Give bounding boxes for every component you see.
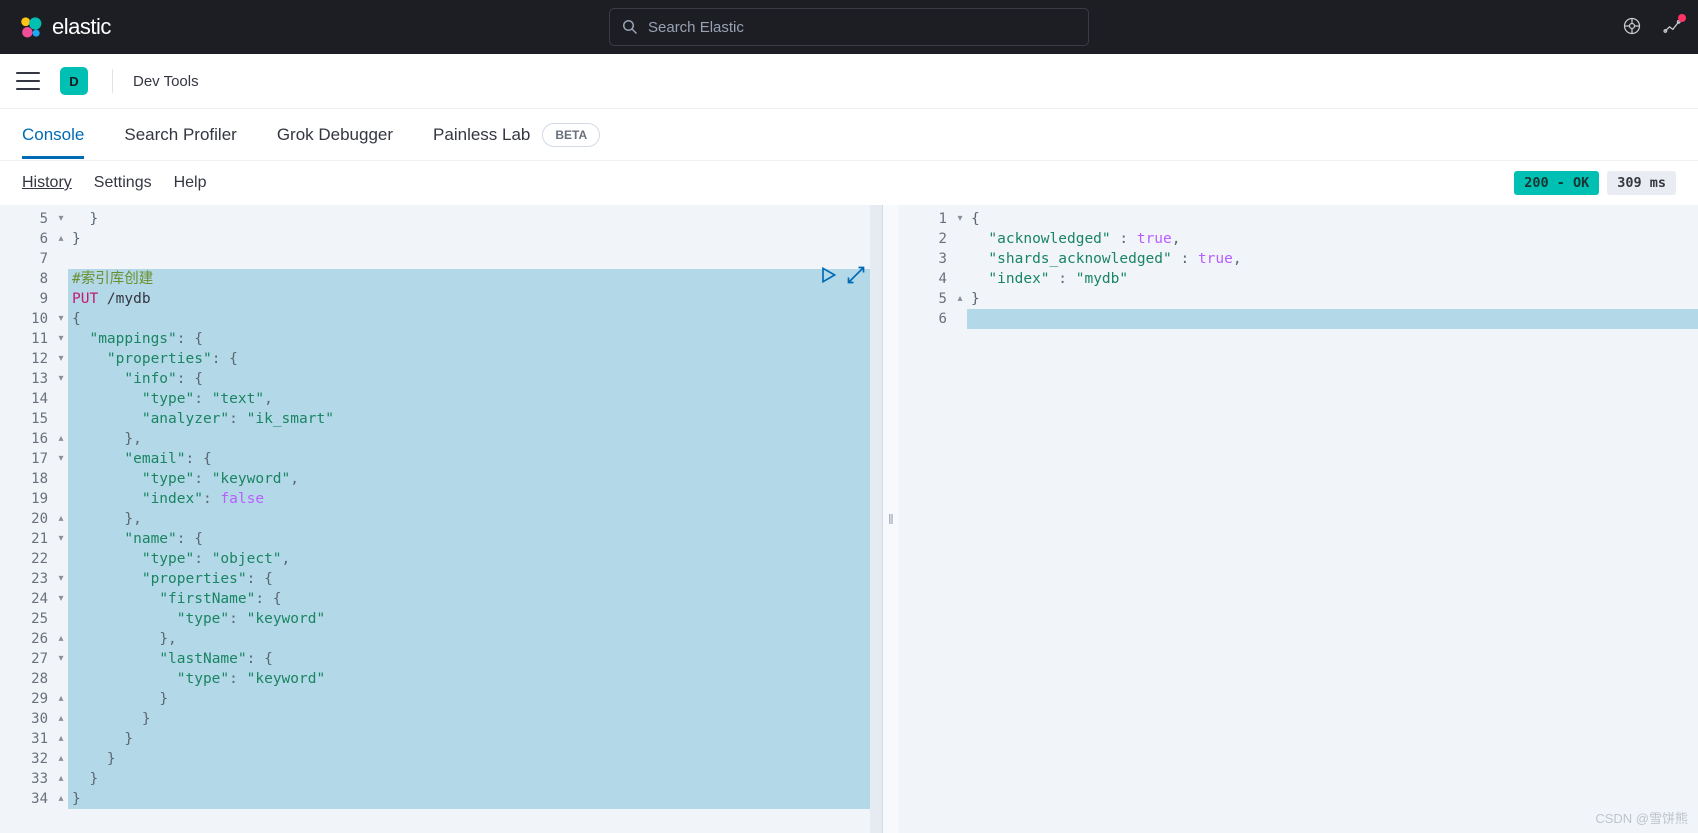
code-line[interactable]: }	[68, 769, 882, 789]
code-line[interactable]: "analyzer": "ik_smart"	[68, 409, 882, 429]
code-line[interactable]: "info": {	[68, 369, 882, 389]
code-line[interactable]: }	[68, 709, 882, 729]
code-line[interactable]: "properties": {	[68, 569, 882, 589]
help-link[interactable]: Help	[174, 174, 207, 192]
newsfeed-icon[interactable]	[1662, 16, 1682, 39]
notification-dot	[1678, 14, 1686, 22]
code-line[interactable]: }	[68, 729, 882, 749]
brand-name: elastic	[52, 14, 111, 40]
global-search-input[interactable]: Search Elastic	[609, 8, 1089, 46]
page-title: Dev Tools	[133, 73, 199, 90]
request-options-icon[interactable]	[846, 265, 866, 285]
code-line[interactable]	[68, 249, 882, 269]
brand-logo[interactable]: elastic	[16, 13, 111, 41]
code-line[interactable]: "type": "keyword"	[68, 609, 882, 629]
request-fold-gutter[interactable]: ▾▴▾▾▾▾▴▾▴▾▾▾▴▾▴▴▴▴▴▴	[54, 205, 68, 833]
tab-search-profiler[interactable]: Search Profiler	[124, 125, 236, 145]
response-fold-gutter: ▾▴	[953, 205, 967, 833]
console-subheader: History Settings Help 200 - OK 309 ms	[0, 161, 1698, 205]
space-selector[interactable]: D	[60, 67, 88, 95]
status-badge: 200 - OK	[1514, 171, 1599, 195]
code-line[interactable]: },	[68, 509, 882, 529]
dev-tools-tabs: Console Search Profiler Grok Debugger Painl…	[0, 109, 1698, 161]
watermark: CSDN @雪饼熊	[1595, 808, 1688, 827]
tab-painless-lab[interactable]: Painless LabBETA	[433, 123, 600, 147]
code-line[interactable]: "firstName": {	[68, 589, 882, 609]
tab-grok-debugger[interactable]: Grok Debugger	[277, 125, 393, 145]
code-line[interactable]: }	[967, 289, 1698, 309]
beta-badge: BETA	[542, 123, 600, 147]
console-editor-area: 5678910111213141516171819202122232425262…	[0, 205, 1698, 833]
code-line[interactable]: },	[68, 429, 882, 449]
help-icon[interactable]	[1622, 16, 1642, 39]
code-line[interactable]: "properties": {	[68, 349, 882, 369]
code-line[interactable]: }	[68, 789, 882, 809]
code-line[interactable]: }	[68, 229, 882, 249]
code-line[interactable]: {	[967, 209, 1698, 229]
code-line[interactable]: {	[68, 309, 882, 329]
nav-toggle-button[interactable]	[16, 72, 40, 90]
code-line[interactable]: }	[68, 209, 882, 229]
request-scrollbar[interactable]	[870, 205, 882, 833]
settings-link[interactable]: Settings	[94, 174, 152, 192]
code-line[interactable]: "type": "object",	[68, 549, 882, 569]
code-line[interactable]: "index": false	[68, 489, 882, 509]
history-link[interactable]: History	[22, 174, 72, 192]
breadcrumb-bar: D Dev Tools	[0, 54, 1698, 109]
search-placeholder: Search Elastic	[648, 19, 744, 36]
code-line[interactable]: "mappings": {	[68, 329, 882, 349]
timing-badge: 309 ms	[1607, 171, 1676, 195]
code-line[interactable]: }	[68, 689, 882, 709]
code-line[interactable]: "email": {	[68, 449, 882, 469]
response-pane[interactable]: 123456 ▾▴ { "acknowledged" : true, "shar…	[899, 205, 1698, 833]
code-line[interactable]: "index" : "mydb"	[967, 269, 1698, 289]
tab-console[interactable]: Console	[22, 125, 84, 145]
code-line[interactable]: PUT /mydb	[68, 289, 882, 309]
code-line[interactable]: }	[68, 749, 882, 769]
code-line[interactable]: "acknowledged" : true,	[967, 229, 1698, 249]
code-line[interactable]: #索引库创建	[68, 269, 882, 289]
elastic-logo-icon	[16, 13, 44, 41]
global-header: elastic Search Elastic	[0, 0, 1698, 54]
request-line-gutter: 5678910111213141516171819202122232425262…	[0, 205, 54, 833]
code-line[interactable]: "type": "text",	[68, 389, 882, 409]
response-viewer[interactable]: { "acknowledged" : true, "shards_acknowl…	[967, 205, 1698, 833]
search-icon	[622, 19, 638, 35]
response-line-gutter: 123456	[899, 205, 953, 833]
request-editor[interactable]: }} #索引库创建PUT /mydb{ "mappings": { "proper…	[68, 205, 882, 833]
code-line[interactable]: "type": "keyword",	[68, 469, 882, 489]
divider	[112, 69, 113, 93]
code-line[interactable]: "type": "keyword"	[68, 669, 882, 689]
request-pane[interactable]: 5678910111213141516171819202122232425262…	[0, 205, 883, 833]
code-line[interactable]: "name": {	[68, 529, 882, 549]
code-line[interactable]: "shards_acknowledged" : true,	[967, 249, 1698, 269]
send-request-icon[interactable]	[818, 265, 838, 285]
pane-resize-handle[interactable]: ‖	[883, 205, 899, 833]
code-line[interactable]: },	[68, 629, 882, 649]
code-line[interactable]: "lastName": {	[68, 649, 882, 669]
code-line[interactable]	[967, 309, 1698, 329]
